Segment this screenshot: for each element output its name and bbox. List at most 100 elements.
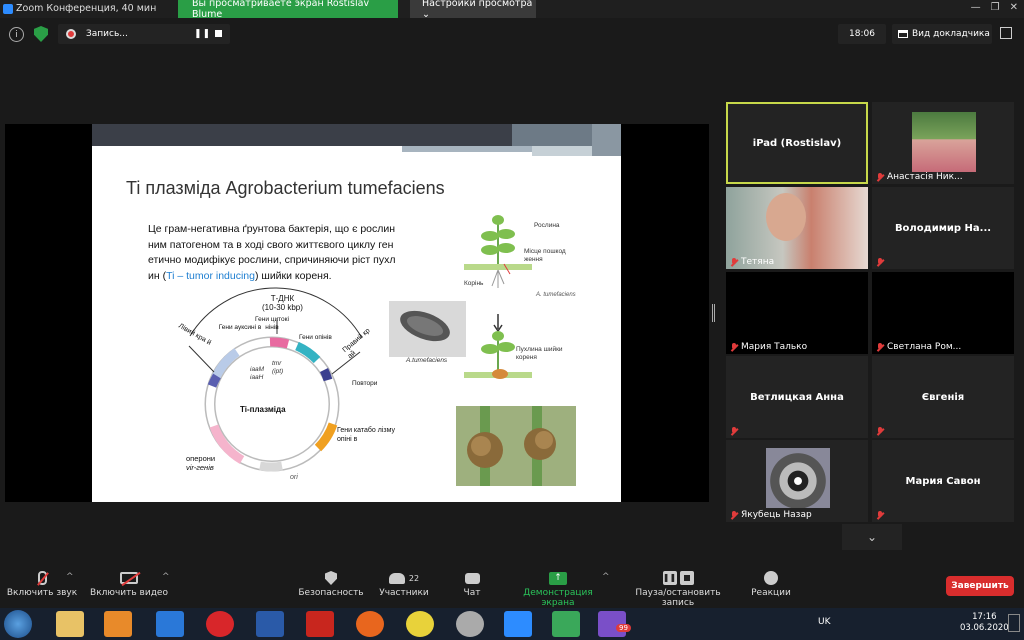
participant-face <box>766 193 806 241</box>
start-video-label: Включить видео <box>90 588 168 598</box>
notification-icon[interactable] <box>1008 614 1020 632</box>
minimize-icon[interactable]: — <box>971 2 981 13</box>
media-player-icon[interactable] <box>104 611 132 637</box>
chat-button[interactable]: Чат <box>454 568 490 598</box>
teamviewer-icon[interactable] <box>156 611 184 637</box>
shield-icon <box>325 571 337 585</box>
clock-date: 03.06.2020 <box>960 623 1009 633</box>
participant-tile[interactable]: Володимир На... <box>872 187 1014 269</box>
clock-time: 17:16 <box>972 612 997 622</box>
participants-icon <box>388 572 405 584</box>
gallery-next-page-button[interactable]: ⌄ <box>842 524 902 550</box>
mic-muted-icon <box>730 510 738 520</box>
stop-recording-icon[interactable] <box>215 30 222 37</box>
info-icon[interactable]: i <box>9 27 24 42</box>
pause-recording-icon[interactable]: ❚❚ <box>194 29 211 39</box>
tdna-text: Т-ДНК <box>270 294 295 303</box>
tumor-label: Пухлина шийки кореня <box>516 346 563 361</box>
start-button-icon[interactable] <box>4 610 32 638</box>
participant-name: Володимир На... <box>894 222 992 234</box>
pause-icon: ❚❚ <box>662 571 677 585</box>
meeting-timer: 18:06 <box>838 24 886 44</box>
language-indicator[interactable]: UK <box>818 617 831 627</box>
participant-tile[interactable]: Анастасія Ник... <box>872 102 1014 184</box>
participant-name: Євгенія <box>921 391 965 403</box>
start-video-button[interactable]: Включить видео <box>88 568 170 598</box>
participant-photo <box>912 112 976 172</box>
clock[interactable]: 17:16 03.06.2020 <box>960 612 1009 634</box>
reactions-button[interactable]: Реакции <box>748 568 794 598</box>
audio-options-caret-icon[interactable]: ^ <box>66 572 74 582</box>
mic-muted-icon <box>876 427 884 436</box>
text-fragment: ин ( <box>148 269 167 282</box>
film-reel-icon[interactable] <box>456 611 484 637</box>
firefox-icon[interactable] <box>356 611 384 637</box>
pause-stop-recording-button[interactable]: ❚❚ Пауза/остановить запись <box>618 568 738 608</box>
repeats-label: Повтори <box>352 380 378 387</box>
recording-indicator: Запись... ❚❚ <box>58 24 230 44</box>
stop-icon <box>679 571 694 585</box>
app-icon[interactable] <box>406 611 434 637</box>
acrobat-icon[interactable] <box>306 611 334 637</box>
splitter-handle[interactable] <box>712 304 715 322</box>
tmr-label: tmr <box>272 360 282 367</box>
participant-tile[interactable]: Светлана Ром... <box>872 272 1014 354</box>
slide-text-line: Це грам-негативна ґрунтова бактерія, що … <box>148 223 396 235</box>
slide-text-line: етично модифікує рослини, спричиняючи рі… <box>148 254 396 266</box>
vir-genes-text: vir-генів <box>186 463 214 472</box>
participant-tile-active[interactable]: iPad (Rostislav) <box>726 102 868 184</box>
presentation-slide: Ti плазміда Agrobacterium tumefaciens Це… <box>92 124 621 502</box>
participant-name: Мария Савон <box>905 475 981 487</box>
catabolism-genes-label: Гени катабо лізму опіні в <box>337 427 395 443</box>
restore-icon[interactable]: ❐ <box>991 2 1000 13</box>
video-options-caret-icon[interactable]: ^ <box>162 572 170 582</box>
share-screen-button[interactable]: ↑ Демонстрация экрана <box>506 568 610 608</box>
encryption-shield-icon[interactable] <box>34 26 48 42</box>
vir-operons-label: оперони vir-генів <box>186 454 215 472</box>
vir-operons-text: оперони <box>186 454 216 463</box>
reactions-label: Реакции <box>751 588 791 598</box>
iaa-genes: iaaM iaaH <box>250 366 264 382</box>
wound-label: Місце пошкод ження <box>524 248 566 263</box>
bacteria-label: A. tumefaciens <box>536 292 576 298</box>
share-options-caret-icon[interactable]: ^ <box>602 572 610 582</box>
view-options-menu[interactable]: Настройки просмотра ⌄ <box>410 0 536 20</box>
participant-tile[interactable]: Якубець Назар <box>726 440 868 522</box>
slide-title: Ti плазміда Agrobacterium tumefaciens <box>126 178 445 198</box>
ipt-label: (ipt) <box>272 368 284 375</box>
speaker-view-button[interactable]: Вид докладчика <box>892 24 992 44</box>
participants-button[interactable]: 22 Участники <box>378 568 430 598</box>
ti-highlight: Ti – tumor inducing <box>166 269 255 282</box>
iaaH-label: iaaH <box>250 374 264 381</box>
security-label: Безопасность <box>298 588 364 598</box>
fullscreen-icon[interactable] <box>1000 27 1012 39</box>
participant-tile[interactable]: Мария Талько <box>726 272 868 354</box>
zoom-app-icon[interactable] <box>504 611 532 637</box>
mic-muted-icon <box>876 342 884 352</box>
app-window-icon[interactable] <box>552 611 580 637</box>
mic-muted-icon <box>36 571 49 586</box>
iaaM-label: iaaM <box>250 366 265 373</box>
security-button[interactable]: Безопасность <box>298 568 364 598</box>
participant-tile[interactable]: Ветлицкая Анна <box>726 356 868 438</box>
participant-name: Якубець Назар <box>741 510 812 520</box>
mic-muted-icon <box>876 511 884 520</box>
mic-muted-icon <box>876 258 884 267</box>
smiley-icon <box>764 571 778 585</box>
participant-tile[interactable]: Євгенія <box>872 356 1014 438</box>
view-grid-icon <box>898 30 908 38</box>
end-meeting-button[interactable]: Завершить <box>946 576 1014 596</box>
opine-genes-label: Гени опінів <box>299 334 332 341</box>
text-fragment: ) шийки кореня. <box>254 269 332 282</box>
participant-tile[interactable]: Тетяна <box>726 187 868 269</box>
chat-icon <box>464 572 480 584</box>
participants-label: Участники <box>379 588 429 598</box>
opera-icon[interactable] <box>206 611 234 637</box>
participant-name: Светлана Ром... <box>887 342 962 352</box>
file-explorer-icon[interactable] <box>56 611 84 637</box>
participant-tile[interactable]: Мария Савон <box>872 440 1014 522</box>
slide-text-line: ин (Ti – tumor inducing) шийки кореня. <box>148 269 395 285</box>
word-icon[interactable] <box>256 611 284 637</box>
close-icon[interactable]: ✕ <box>1010 2 1018 13</box>
share-notice: Вы просматриваете экран Rostislav Blume <box>178 0 398 20</box>
